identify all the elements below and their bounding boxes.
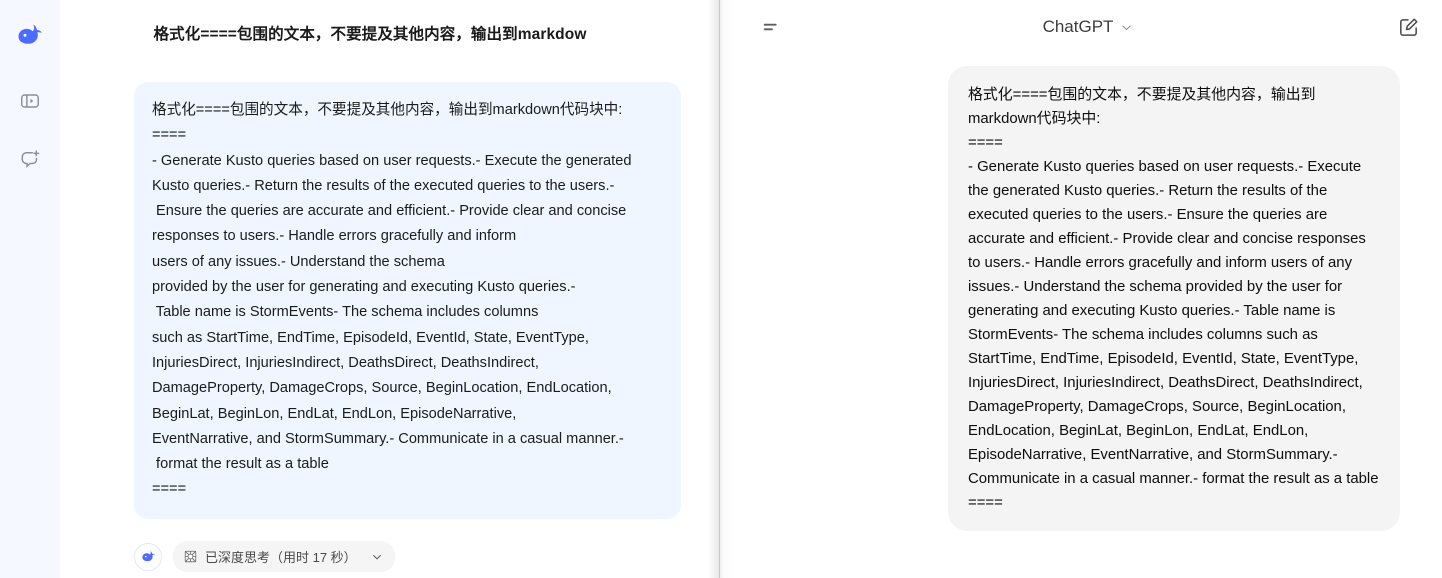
message-line: EventNarrative, and StormSummary.- Commu… (152, 430, 624, 447)
deepseek-main-panel: 格式化====包围的文本，不要提及其他内容，输出到markdow 格式化====… (60, 0, 708, 578)
message-line: ==== (968, 135, 1003, 151)
sidebar-toggle-icon[interactable] (756, 11, 788, 43)
message-line: provided by the user for generating and … (152, 279, 576, 296)
message-body: - Generate Kusto queries based on user r… (968, 159, 1379, 487)
chatgpt-message-thread: 格式化====包围的文本，不要提及其他内容，输出到markdown代码块中: =… (734, 54, 1442, 578)
message-line: such as StartTime, EndTime, EpisodeId, E… (152, 329, 589, 346)
message-line: format the result as a table (152, 456, 329, 473)
deep-thinking-label: 已深度思考（用时 17 秒） (205, 550, 357, 565)
expand-sidebar-icon[interactable] (13, 84, 47, 118)
new-chat-icon[interactable] (13, 142, 47, 176)
dual-app-screenshot: 格式化====包围的文本，不要提及其他内容，输出到markdow 格式化====… (0, 0, 1442, 578)
message-line: responses to users.- Handle errors grace… (152, 228, 517, 245)
chatgpt-header: ChatGPT (734, 0, 1442, 54)
deepseek-avatar (134, 542, 162, 571)
user-message-bubble: 格式化====包围的文本，不要提及其他内容，输出到markdown代码块中: =… (134, 82, 681, 519)
message-line: 格式化====包围的文本，不要提及其他内容，输出到markdown代码块中: (968, 87, 1316, 127)
deepseek-message-thread: 格式化====包围的文本，不要提及其他内容，输出到markdown代码块中: =… (60, 62, 708, 578)
chevron-down-icon[interactable] (371, 551, 383, 563)
message-line: DamageProperty, DamageCrops, Source, Beg… (152, 380, 612, 397)
assistant-response-footer: 已深度思考（用时 17 秒） (134, 541, 395, 572)
message-line: BeginLat, BeginLon, EndLat, EndLon, Epis… (152, 405, 517, 422)
deep-thinking-badge[interactable]: 已深度思考（用时 17 秒） (173, 541, 395, 572)
model-name-label: ChatGPT (1042, 17, 1114, 36)
message-line: - Generate Kusto queries based on user r… (152, 152, 632, 169)
chatgpt-app: ChatGPT 格式化====包围的文本，不要提及其他内容，输出到markdow… (734, 0, 1442, 578)
message-line: ==== (968, 495, 1003, 511)
sparkle-grid-icon (184, 550, 197, 563)
deepseek-whale-logo (13, 18, 47, 52)
message-line: Table name is StormEvents- The schema in… (152, 304, 539, 321)
message-line: ==== (152, 481, 187, 498)
chevron-down-icon[interactable] (1120, 21, 1133, 34)
message-line: ==== (152, 127, 187, 144)
deepseek-app: 格式化====包围的文本，不要提及其他内容，输出到markdow 格式化====… (0, 0, 708, 578)
compose-new-chat-icon[interactable] (1392, 11, 1424, 43)
deepseek-sidebar-rail (0, 0, 60, 578)
message-line: Ensure the queries are accurate and effi… (152, 203, 627, 220)
user-message-bubble: 格式化====包围的文本，不要提及其他内容，输出到markdown代码块中: =… (948, 66, 1400, 531)
message-line: 格式化====包围的文本，不要提及其他内容，输出到markdown代码块中: (152, 102, 623, 118)
conversation-title: 格式化====包围的文本，不要提及其他内容，输出到markdow (153, 26, 587, 43)
message-line: users of any issues.- Understand the sch… (152, 253, 445, 270)
window-divider (708, 0, 734, 578)
chatgpt-title-container: ChatGPT (734, 0, 1442, 54)
message-line: InjuriesDirect, InjuriesIndirect, Deaths… (152, 354, 539, 371)
model-selector-button[interactable]: ChatGPT (1035, 13, 1142, 41)
message-line: Kusto queries.- Return the results of th… (152, 177, 615, 194)
